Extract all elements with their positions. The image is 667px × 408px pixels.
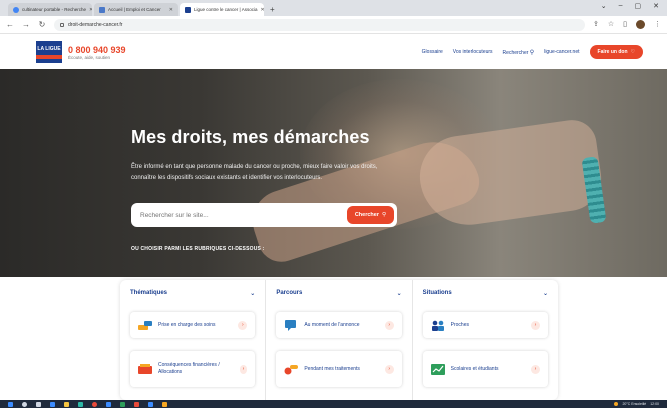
share-icon[interactable]: ⇪ <box>593 20 599 29</box>
chevron-right-icon: › <box>384 364 394 374</box>
app-icon[interactable] <box>148 401 153 407</box>
card-annonce[interactable]: Au moment de l'annonce › <box>276 312 401 338</box>
page-title: Mes droits, mes démarches <box>131 127 370 147</box>
file-explorer-icon[interactable] <box>64 401 69 407</box>
edge-icon[interactable] <box>78 401 83 407</box>
tab-emploi-cancer[interactable]: Accueil | Emploi et Cancer ✕ <box>94 3 178 16</box>
chrome-icon[interactable] <box>92 401 97 407</box>
main-nav: Glossaire Vos interlocuteurs Rechercher … <box>422 45 643 59</box>
card-scolaires[interactable]: Scolaires et étudiants › <box>423 351 548 387</box>
column-header[interactable]: Situations ⌄ <box>423 280 548 306</box>
chevron-right-icon: › <box>530 320 540 330</box>
pills-icon <box>284 364 299 374</box>
minimize-icon[interactable]: – <box>619 2 623 10</box>
new-tab-button[interactable]: + <box>270 5 275 16</box>
column-header[interactable]: Thématiques ⌄ <box>130 280 255 306</box>
rubrics-panel: Thématiques ⌄ Prise en charge des soins … <box>120 280 558 400</box>
chevron-right-icon: › <box>530 364 540 374</box>
toolbar-icons: ⇪ ☆ ▯ ⋮ <box>593 20 661 29</box>
search-icon: ⚲ <box>529 49 535 56</box>
task-view-icon[interactable] <box>36 401 41 407</box>
column-thematiques: Thématiques ⌄ Prise en charge des soins … <box>120 280 267 400</box>
lock-icon <box>60 22 64 27</box>
widgets-icon[interactable] <box>50 401 55 407</box>
search-button[interactable]: Chercher ⚲ <box>346 206 394 224</box>
ligue-logo[interactable]: LA LIGUE <box>36 41 62 63</box>
google-icon <box>13 6 19 13</box>
heart-icon: ♡ <box>630 49 635 55</box>
site-search: Chercher ⚲ <box>131 203 397 227</box>
card-proches[interactable]: Proches › <box>423 312 548 338</box>
nav-rechercher[interactable]: Rechercher ⚲ <box>503 49 535 56</box>
chevron-down-icon: ⌄ <box>396 290 402 297</box>
search-icon[interactable] <box>22 401 27 407</box>
url-field[interactable]: droit-demarche-cancer.fr <box>54 18 585 31</box>
hero-banner: Mes droits, mes démarches Être informé e… <box>0 69 667 277</box>
app-icon[interactable] <box>162 401 167 407</box>
rubrics-label: OU CHOISIR PARMI LES RUBRIQUES CI-DESSOU… <box>131 246 265 252</box>
card-traitements[interactable]: Pendant mes traitements › <box>276 351 401 387</box>
chevron-down-icon: ⌄ <box>250 290 256 297</box>
tagline: Écoute, aide, soutien <box>68 54 111 60</box>
tab-search[interactable]: cultinateur portable - Recherche ✕ <box>8 3 92 16</box>
chevron-right-icon: › <box>384 320 394 330</box>
donate-button[interactable]: Faire un don ♡ <box>589 45 643 59</box>
nav-interlocuteurs[interactable]: Vos interlocuteurs <box>453 49 493 55</box>
forward-icon[interactable]: → <box>22 20 30 29</box>
hero-lead: Être informé en tant que personne malade… <box>131 164 378 181</box>
weather-text[interactable]: 20°C Ensoleillé <box>622 402 646 406</box>
column-situations: Situations ⌄ Proches › Scolaires et étud… <box>413 280 558 400</box>
close-icon[interactable]: ✕ <box>260 7 264 13</box>
avatar[interactable] <box>636 20 645 29</box>
money-icon <box>138 363 152 374</box>
back-icon[interactable]: ← <box>6 20 14 29</box>
close-icon[interactable]: ✕ <box>89 7 92 13</box>
chevron-right-icon: › <box>239 364 248 374</box>
card-prise-en-charge[interactable]: Prise en charge des soins › <box>130 312 255 338</box>
app-icon[interactable] <box>134 401 139 407</box>
menu-icon[interactable]: ⋮ <box>654 20 661 29</box>
store-icon[interactable] <box>106 401 111 407</box>
site-header: LA LIGUE 0 800 940 939 Écoute, aide, sou… <box>0 35 667 69</box>
care-icon <box>138 320 152 330</box>
chart-icon <box>430 363 445 375</box>
nav-ligue-cancer[interactable]: ligue-cancer.net <box>544 49 579 55</box>
site-favicon-icon <box>99 6 105 13</box>
phone-number[interactable]: 0 800 940 939 <box>68 45 126 55</box>
sidebar-icon[interactable]: ▯ <box>623 20 627 29</box>
weather-icon <box>614 402 619 406</box>
chevron-down-icon[interactable]: ⌄ <box>601 2 607 10</box>
system-tray: 20°C Ensoleillé 12:00 <box>614 402 659 406</box>
clock[interactable]: 12:00 <box>650 402 659 406</box>
close-window-icon[interactable]: ✕ <box>653 2 659 10</box>
os-taskbar: 20°C Ensoleillé 12:00 <box>0 400 667 408</box>
card-consequences-financieres[interactable]: Conséquences financières / Allocations › <box>130 351 255 387</box>
browser-tab-bar: cultinateur portable - Recherche ✕ Accue… <box>0 0 667 16</box>
tab-ligue[interactable]: Ligue contre le cancer | Associa ✕ <box>180 3 264 16</box>
chevron-right-icon: › <box>238 320 248 330</box>
maximize-icon[interactable]: ▢ <box>635 2 642 10</box>
column-parcours: Parcours ⌄ Au moment de l'annonce › Pend… <box>266 280 413 400</box>
nav-glossaire[interactable]: Glossaire <box>422 49 443 55</box>
hero-photo-bracelet <box>581 156 607 224</box>
window-controls: ⌄ – ▢ ✕ <box>601 2 659 10</box>
windows-start-icon[interactable] <box>8 401 13 407</box>
close-icon[interactable]: ✕ <box>169 7 173 13</box>
reload-icon[interactable]: ↻ <box>38 20 46 29</box>
search-icon: ⚲ <box>381 212 386 218</box>
screen: cultinateur portable - Recherche ✕ Accue… <box>0 0 667 408</box>
address-bar: ← → ↻ droit-demarche-cancer.fr ⇪ ☆ ▯ ⋮ <box>0 16 667 34</box>
ligue-favicon-icon <box>185 6 191 13</box>
chevron-down-icon: ⌄ <box>542 290 548 297</box>
phone-block: 0 800 940 939 Écoute, aide, soutien <box>68 45 126 60</box>
star-icon[interactable]: ☆ <box>608 20 614 29</box>
people-icon <box>431 320 444 331</box>
column-header[interactable]: Parcours ⌄ <box>276 280 401 306</box>
search-input[interactable] <box>140 211 347 219</box>
speech-icon <box>285 319 297 331</box>
mail-icon[interactable] <box>120 401 125 407</box>
